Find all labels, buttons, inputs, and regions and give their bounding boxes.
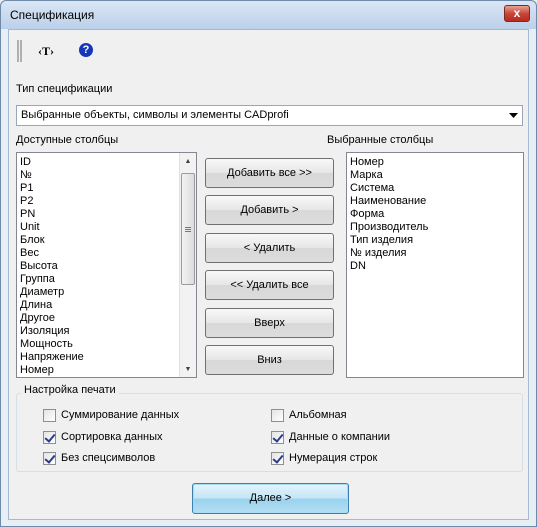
checkbox-checked-icon[interactable] — [271, 451, 284, 465]
available-list-scrollbar[interactable]: ▲ ▼ — [179, 153, 196, 377]
checkbox-icon[interactable] — [271, 408, 284, 422]
list-item[interactable]: Другое — [20, 312, 55, 325]
list-item[interactable]: Диаметр — [20, 286, 64, 299]
list-item[interactable]: PN — [20, 208, 35, 221]
checkbox-checked-icon[interactable] — [43, 451, 56, 465]
text-style-button[interactable]: ‹T› — [38, 44, 54, 59]
checkbox-checked-icon[interactable] — [43, 430, 56, 444]
spec-type-label: Тип спецификации — [16, 83, 113, 95]
move-down-button[interactable]: Вниз — [205, 345, 334, 375]
move-up-button[interactable]: Вверх — [205, 308, 334, 338]
dialog-client-area: ‹T› ? Тип спецификации Выбранные объекты… — [8, 29, 529, 520]
checkbox-label: Нумерация строк — [289, 452, 378, 464]
list-item[interactable]: Группа — [20, 273, 55, 286]
next-button[interactable]: Далее > — [192, 483, 349, 514]
list-item[interactable]: Система — [350, 182, 394, 195]
no-special-chars-checkbox[interactable]: Без спецсимволов — [43, 451, 155, 465]
list-item[interactable]: Мощность — [20, 338, 73, 351]
remove-button[interactable]: < Удалить — [205, 233, 334, 263]
add-all-button[interactable]: Добавить все >> — [205, 158, 334, 188]
company-data-checkbox[interactable]: Данные о компании — [271, 430, 390, 444]
list-item[interactable]: Форма — [350, 208, 384, 221]
list-item[interactable]: № изделия — [350, 247, 407, 260]
list-item[interactable]: Наименование — [350, 195, 426, 208]
print-settings-title: Настройка печати — [21, 384, 119, 396]
available-columns-list[interactable]: ID № P1 P2 PN Unit Блок Вес Высота Групп… — [16, 152, 197, 378]
selected-columns-label: Выбранные столбцы — [327, 134, 434, 146]
scroll-down-icon[interactable]: ▼ — [180, 361, 196, 377]
checkbox-checked-icon[interactable] — [271, 430, 284, 444]
list-item[interactable]: P2 — [20, 195, 33, 208]
add-button[interactable]: Добавить > — [205, 195, 334, 225]
checkbox-label: Сортировка данных — [61, 431, 163, 443]
line-numbering-checkbox[interactable]: Нумерация строк — [271, 451, 377, 465]
list-item[interactable]: Вес — [20, 247, 39, 260]
checkbox-label: Альбомная — [289, 409, 347, 421]
list-item[interactable]: P1 — [20, 182, 33, 195]
spec-type-value: Выбранные объекты, символы и элементы CA… — [21, 109, 289, 121]
list-item[interactable]: DN — [350, 260, 366, 273]
list-item[interactable]: Длина — [20, 299, 52, 312]
grip-icon — [185, 227, 191, 232]
list-item[interactable]: Блок — [20, 234, 45, 247]
scroll-up-icon[interactable]: ▲ — [180, 153, 196, 169]
scrollbar-thumb[interactable] — [181, 173, 195, 285]
landscape-checkbox[interactable]: Альбомная — [271, 408, 347, 422]
list-item[interactable]: Тип изделия — [350, 234, 413, 247]
close-button[interactable]: x — [504, 5, 530, 22]
checkbox-icon[interactable] — [43, 408, 56, 422]
spec-type-select[interactable]: Выбранные объекты, символы и элементы CA… — [16, 105, 523, 126]
list-item[interactable]: Напряжение — [20, 351, 84, 364]
checkbox-label: Без спецсимволов — [61, 452, 156, 464]
list-item[interactable]: Unit — [20, 221, 40, 234]
list-item[interactable]: ID — [20, 156, 31, 169]
list-item[interactable]: Номер — [350, 156, 384, 169]
list-item[interactable]: Номер — [20, 364, 54, 377]
list-item[interactable]: Марка — [350, 169, 383, 182]
list-item[interactable]: Производитель — [350, 221, 428, 234]
checkbox-label: Суммирование данных — [61, 409, 180, 421]
sort-data-checkbox[interactable]: Сортировка данных — [43, 430, 163, 444]
window-title: Спецификация — [10, 8, 95, 22]
title-bar[interactable]: Спецификация x — [1, 1, 536, 29]
toolbar-grip-icon[interactable] — [17, 40, 22, 62]
list-item[interactable]: № — [20, 169, 32, 182]
dialog-window: Спецификация x ‹T› ? Тип спецификации Вы… — [0, 0, 537, 527]
help-icon[interactable]: ? — [79, 43, 93, 57]
selected-columns-list[interactable]: Номер Марка Система Наименование Форма П… — [346, 152, 524, 378]
checkbox-label: Данные о компании — [289, 431, 391, 443]
available-columns-label: Доступные столбцы — [16, 134, 119, 146]
sum-data-checkbox[interactable]: Суммирование данных — [43, 408, 179, 422]
list-item[interactable]: Высота — [20, 260, 58, 273]
remove-all-button[interactable]: << Удалить все — [205, 270, 334, 300]
list-item[interactable]: Изоляция — [20, 325, 69, 338]
chevron-down-icon[interactable] — [506, 107, 521, 124]
